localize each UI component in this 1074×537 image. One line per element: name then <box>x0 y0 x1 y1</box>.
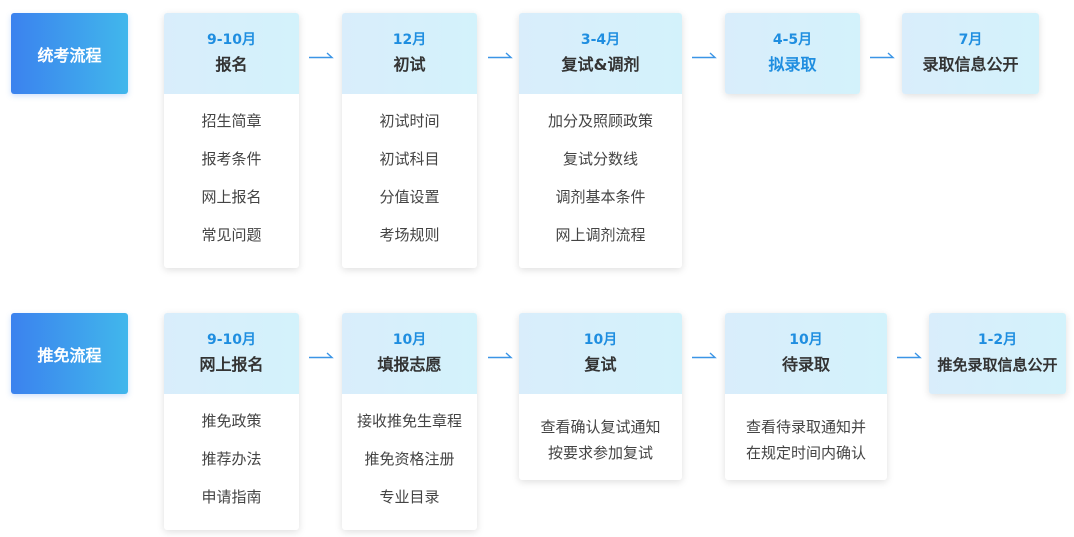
link-application-guide[interactable]: 申请指南 <box>164 486 299 524</box>
stage-title: 待录取 <box>781 354 830 374</box>
stage-title: 拟录取 <box>768 54 817 74</box>
stage-title: 录取信息公开 <box>922 54 1019 74</box>
stage-header: 3-4月 复试&调剂 <box>519 13 682 94</box>
link-admission-brochure[interactable]: 招生简章 <box>164 110 299 148</box>
stage-admission-disclosure[interactable]: 7月 录取信息公开 <box>902 13 1039 94</box>
row-label-unified-exam[interactable]: 统考流程 <box>11 13 128 94</box>
stage-header: 9-10月 报名 <box>164 13 299 94</box>
link-exam-subjects[interactable]: 初试科目 <box>342 148 477 186</box>
stage-header: 7月 录取信息公开 <box>902 13 1039 94</box>
stage-note: 查看待录取通知并 在规定时间内确认 <box>725 394 887 466</box>
stage-recommendation-disclosure[interactable]: 1-2月 推免录取信息公开 <box>929 313 1066 394</box>
stage-fill-preferences[interactable]: 10月 填报志愿 接收推免生章程 推免资格注册 专业目录 <box>342 313 477 530</box>
stage-month: 10月 <box>392 331 427 348</box>
link-exam-time[interactable]: 初试时间 <box>342 110 477 148</box>
stage-title: 报名 <box>215 54 248 74</box>
stage-links: 接收推免生章程 推免资格注册 专业目录 <box>342 394 477 524</box>
stage-header: 9-10月 网上报名 <box>164 313 299 394</box>
stage-title: 填报志愿 <box>377 354 442 374</box>
arrow-right-icon <box>691 350 717 360</box>
stage-header: 12月 初试 <box>342 13 477 94</box>
row-label-recommendation[interactable]: 推免流程 <box>11 313 128 394</box>
stage-header: 1-2月 推免录取信息公开 <box>929 313 1066 394</box>
stage-month: 10月 <box>583 331 618 348</box>
stage-title: 推免录取信息公开 <box>937 355 1058 374</box>
link-bonus-policy[interactable]: 加分及照顾政策 <box>519 110 682 148</box>
arrow-right-icon <box>691 50 717 60</box>
stage-online-registration[interactable]: 9-10月 网上报名 推免政策 推荐办法 申请指南 <box>164 313 299 530</box>
stage-month: 9-10月 <box>206 331 257 348</box>
link-online-registration[interactable]: 网上报名 <box>164 186 299 224</box>
stage-links: 加分及照顾政策 复试分数线 调剂基本条件 网上调剂流程 <box>519 94 682 262</box>
link-adjustment-conditions[interactable]: 调剂基本条件 <box>519 186 682 224</box>
link-admission-charter[interactable]: 接收推免生章程 <box>342 410 477 448</box>
stage-header: 10月 复试 <box>519 313 682 394</box>
note-line: 按要求参加复试 <box>547 444 653 462</box>
link-recommendation-method[interactable]: 推荐办法 <box>164 448 299 486</box>
stage-preliminary-exam[interactable]: 12月 初试 初试时间 初试科目 分值设置 考场规则 <box>342 13 477 268</box>
link-qualification-registration[interactable]: 推免资格注册 <box>342 448 477 486</box>
link-retest-cutoff[interactable]: 复试分数线 <box>519 148 682 186</box>
note-line: 在规定时间内确认 <box>745 444 866 462</box>
arrow-right-icon <box>308 50 334 60</box>
stage-registration[interactable]: 9-10月 报名 招生简章 报考条件 网上报名 常见问题 <box>164 13 299 268</box>
stage-title: 网上报名 <box>199 354 264 374</box>
stage-title: 初试 <box>393 54 426 74</box>
link-exam-rules[interactable]: 考场规则 <box>342 224 477 262</box>
stage-pending-admission[interactable]: 10月 待录取 查看待录取通知并 在规定时间内确认 <box>725 313 887 480</box>
stage-month: 10月 <box>789 331 823 348</box>
stage-header: 10月 待录取 <box>725 313 887 394</box>
stage-title: 复试&调剂 <box>561 54 640 74</box>
arrow-right-icon <box>487 50 513 60</box>
link-eligibility[interactable]: 报考条件 <box>164 148 299 186</box>
stage-month: 3-4月 <box>580 31 621 48</box>
stage-month: 4-5月 <box>772 31 813 48</box>
stage-note: 查看确认复试通知 按要求参加复试 <box>519 394 682 466</box>
stage-proposed-admission[interactable]: 4-5月 拟录取 <box>725 13 860 94</box>
stage-retest[interactable]: 10月 复试 查看确认复试通知 按要求参加复试 <box>519 313 682 480</box>
link-faq[interactable]: 常见问题 <box>164 224 299 262</box>
note-line: 查看确认复试通知 <box>540 418 661 436</box>
stage-links: 推免政策 推荐办法 申请指南 <box>164 394 299 524</box>
link-score-settings[interactable]: 分值设置 <box>342 186 477 224</box>
arrow-right-icon <box>487 350 513 360</box>
arrow-right-icon <box>308 350 334 360</box>
stage-month: 9-10月 <box>206 31 257 48</box>
stage-title: 复试 <box>584 354 617 374</box>
stage-retest-adjustment[interactable]: 3-4月 复试&调剂 加分及照顾政策 复试分数线 调剂基本条件 网上调剂流程 <box>519 13 682 268</box>
stage-header: 4-5月 拟录取 <box>725 13 860 94</box>
link-program-catalog[interactable]: 专业目录 <box>342 486 477 524</box>
link-recommendation-policy[interactable]: 推免政策 <box>164 410 299 448</box>
stage-links: 初试时间 初试科目 分值设置 考场规则 <box>342 94 477 262</box>
arrow-right-icon <box>896 350 922 360</box>
link-online-adjustment[interactable]: 网上调剂流程 <box>519 224 682 262</box>
stage-month: 7月 <box>958 31 983 48</box>
note-line: 查看待录取通知并 <box>745 418 866 436</box>
stage-month: 1-2月 <box>977 331 1018 348</box>
stage-month: 12月 <box>392 31 427 48</box>
arrow-right-icon <box>869 50 895 60</box>
stage-header: 10月 填报志愿 <box>342 313 477 394</box>
stage-links: 招生简章 报考条件 网上报名 常见问题 <box>164 94 299 262</box>
